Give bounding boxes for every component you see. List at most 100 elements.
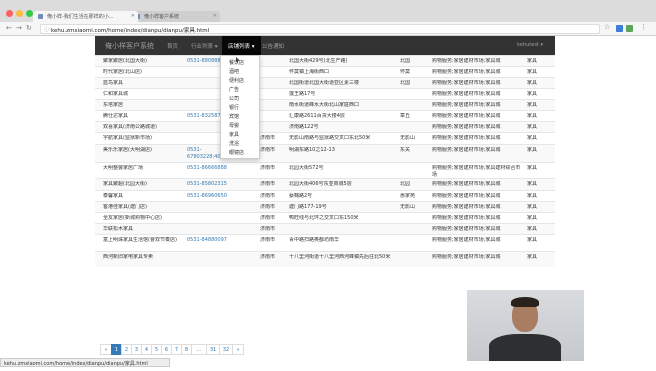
dropdown-item[interactable]: 洗浴 [229,140,239,147]
table-row: 东塔家居 南水街道峰水大街北山家庭西口 购物服务;家居建材市场;家具城 家具 [95,99,555,110]
tab-favicon-icon [38,14,43,19]
cell-address: 无影山南路与监狱路交叉口东北50米 [289,135,371,141]
cell-phone[interactable]: 0531-86666888 [187,165,255,172]
address-bar[interactable]: ⓘ kehu.zmxiaomi.com/home/index/dianpu/di… [40,24,600,34]
dropdown-item[interactable]: 广告 [229,86,239,93]
table-row: 仁和家具城 莲王路17号 购物服务;家居建材市场;家具城 家具 [95,88,555,99]
minimize-window-button[interactable] [16,10,23,17]
nav-announcements[interactable]: 公告通知 [262,42,284,50]
webcam-overlay [467,290,584,361]
maximize-window-button[interactable] [26,10,33,17]
dropdown-item[interactable]: 宾馆 [229,113,239,120]
page-info-icon: ⓘ [44,27,50,33]
cell-district: 无影山 [400,204,416,210]
cell-category: 家具 [527,254,538,260]
table-row: 西河新旧家电家具专卖 济南市 十八里河街道十八里河西河峰镇先后往北50米 购物服务;家… [95,251,555,267]
page-link[interactable]: 31 [206,344,220,355]
cell-shop-name: 字航家具(监狱新市场) [103,135,152,141]
cell-category: 家具 [527,237,538,243]
cell-city: 济南市 [260,165,276,171]
cell-district: 惠家苑 [400,193,416,199]
extension-icon[interactable] [616,25,623,32]
cell-district: 章丘 [400,113,411,119]
cell-category: 家具 [527,147,538,153]
page-link[interactable]: 32 [219,344,233,355]
cell-shop-name: 大明整装家居广场 [103,165,144,171]
cell-address: 济南路122号 [289,124,319,130]
cell-business-type: 购物服务;家居建材市场;家具建材综合市场 [432,165,521,178]
cell-city: 济南市 [260,226,276,232]
page-link[interactable]: » [232,344,244,355]
cell-district: 北园 [400,181,411,187]
table-row: 腾仕达家具 0531-8325875 汇康路2611百货大楼4层 章丘 购物服务;家居建… [95,110,555,121]
reload-icon[interactable]: ↻ [26,24,32,32]
cell-phone[interactable]: 0531-86960650 [187,193,255,200]
cell-city: 济南市 [260,135,276,141]
dropdown-item[interactable]: 公司 [229,95,239,102]
cell-address: 十八里河街道十八里河西河峰镇先后往北50米 [289,254,391,260]
presenter-body [489,334,561,361]
table-row: 蓝鸟家具 北国街道北国大街道亚区素三楼 北国 购物服务;家居建材市场;家具城 家具 [95,77,555,88]
presenter-hair [511,297,539,307]
dropdown-item[interactable]: 酒吧 [229,68,239,75]
table-row: 时代家居(北山店) 怀莫镇上海街西口 怀莫 购物服务;家居建材市场;家具城 家具 [95,66,555,77]
cell-category: 家具 [527,124,538,130]
cell-shop-name: 蓝鸟家具 [103,80,124,86]
browser-titlebar: 俺小样客户系统 ✕ 俺小样-我们生活在那样的小... ✕ [0,0,656,22]
status-bar: kehu.zmxiaomi.com/home/index/dianpu/dian… [0,358,170,367]
cell-district: 北国 [400,58,411,64]
brand-title[interactable]: 俺小样客户系统 [105,41,154,51]
cell-category: 家具 [527,181,538,187]
browser-tab-1[interactable]: 俺小样-我们生活在那样的小... ✕ [33,11,138,22]
cell-city: 济南市 [260,181,276,187]
nav-home[interactable]: 首页 [167,42,178,50]
cell-category: 家具 [527,193,538,199]
table-row: 字航家具(监狱新市场) 济南市 无影山南路与监狱路交叉口东北50米 无影山 购物服务;家… [95,132,555,144]
user-menu[interactable]: kehutest ▾ [517,42,543,48]
cell-phone[interactable]: 0531-85802315 [187,181,255,188]
cell-address: 青中路扫路奥都坊南华 [289,237,340,243]
shop-list-dropdown: 餐饮店 酒吧 便利店 广告 公司 银行 宾馆 母婴 家具 洗浴 眼镜店 [220,55,260,159]
dropdown-item[interactable]: 便利店 [229,77,244,84]
dropdown-item[interactable]: 眼镜店 [229,149,244,156]
cell-business-type: 购物服务;家居建材市场;家具城 [432,254,501,260]
close-window-button[interactable] [6,10,13,17]
cell-shop-name: 西河新旧家电家具专卖 [103,254,154,260]
back-arrow-icon[interactable]: ← [6,24,12,32]
cell-address: 建门路177-19号 [289,204,327,210]
cell-shop-name: 全友家居(新城购物中心店) [103,215,162,221]
cell-address: 汇康路2611百货大楼4层 [289,113,345,119]
tab-title: 俺小样客户系统 [144,14,180,20]
app-navbar: 俺小样客户系统 首页 行业列表 ▾ 店铺列表 ▾ 公告通知 kehutest ▾ [95,36,555,55]
cell-category: 家具 [527,91,538,97]
menu-icon[interactable]: ⋮ [640,23,647,31]
cell-phone[interactable]: 0531-84880097 [187,237,255,244]
cell-business-type: 购物服务;家居建材市场;家具城 [432,204,501,210]
bookmark-star-icon[interactable]: ☆ [604,23,610,31]
cell-city: 济南市 [260,204,276,210]
table-row: 华联松木家具 济南市 购物服务;家居建材市场;家具城 家具 [95,223,555,234]
tab-close-icon[interactable]: ✕ [213,13,217,19]
table-row: 泰馨家具 0531-86960650 济南市 蔡鞠路2号 惠家苑 购物服务;家居建材市场;… [95,190,555,201]
nav-industry-list[interactable]: 行业列表 ▾ [191,42,218,50]
page-link[interactable]: … [191,344,207,355]
cell-shop-name: 仁和家具城 [103,91,129,97]
cell-business-type: 购物服务;家居建材市场;家具城 [432,181,501,187]
forward-arrow-icon[interactable]: → [16,24,22,32]
cell-business-type: 购物服务;家居建材市场;家具城 [432,135,501,141]
cell-district: 无影山 [400,135,416,141]
table-row: 客港佳家具(建门店) 济南市 建门路177-19号 无影山 购物服务;家居建材市场;家具… [95,201,555,212]
dropdown-item[interactable]: 银行 [229,104,239,111]
cell-business-type: 购物服务;家居建材市场;家具城 [432,147,501,153]
cell-category: 家具 [527,215,538,221]
nav-shop-list[interactable]: 店铺列表 ▾ [222,36,261,55]
tab-close-icon[interactable]: ✕ [131,13,135,19]
browser-tab-2[interactable]: 俺小样客户系统 ✕ [130,11,220,22]
dropdown-item[interactable]: 家具 [229,131,239,138]
cell-shop-name: 泰馨家具 [103,193,124,199]
dropdown-item[interactable]: 母婴 [229,122,239,129]
cell-district: 怀莫 [400,69,411,75]
table-row: 富上明珠家具生活馆(曹双节奏店) 0531-84880097 济南市 青中路扫路奥都坊… [95,234,555,251]
extension-icon[interactable] [626,25,633,32]
cell-shop-name: 华联松木家具 [103,226,134,232]
